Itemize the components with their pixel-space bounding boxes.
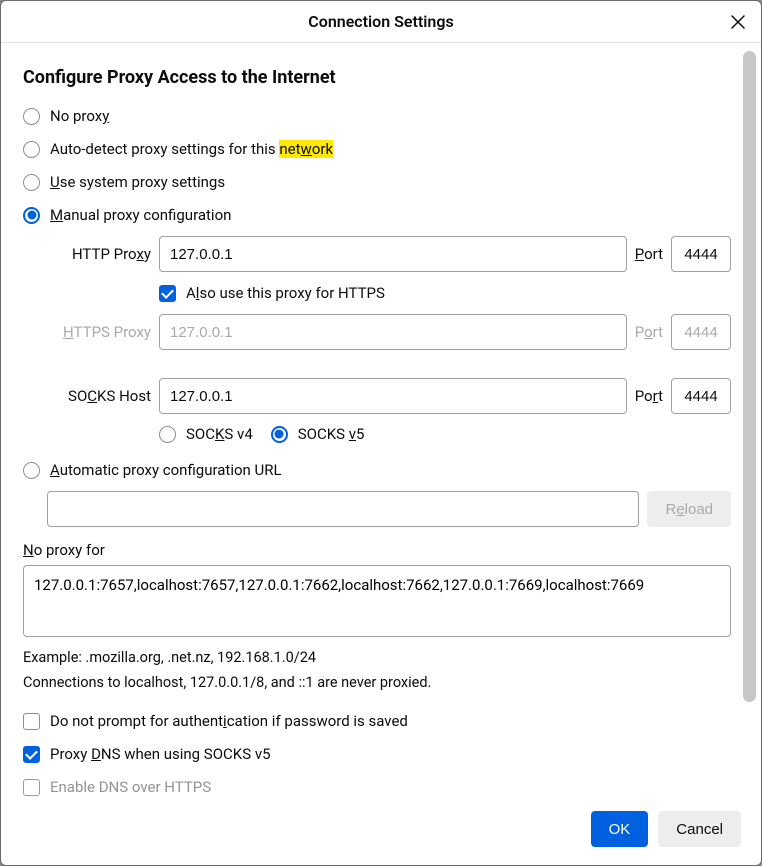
enable-dns-https-checkbox[interactable] — [23, 779, 40, 796]
proxy-dns-socks5-checkbox[interactable] — [23, 746, 40, 763]
radio-socks5-label: SOCKS v5 — [298, 425, 365, 443]
no-prompt-auth-label: Do not prompt for authentication if pass… — [50, 712, 408, 730]
radio-manual-proxy-row[interactable]: Manual proxy configuration — [23, 203, 731, 227]
radio-auto-url-row[interactable]: Automatic proxy configuration URL — [23, 458, 731, 482]
cancel-button[interactable]: Cancel — [658, 811, 741, 847]
radio-auto-url-label: Automatic proxy configuration URL — [50, 461, 282, 479]
radio-no-proxy-label: No proxy — [50, 107, 109, 125]
radio-manual-proxy-label: Manual proxy configuration — [50, 206, 231, 224]
radio-system-proxy-row[interactable]: Use system proxy settings — [23, 170, 731, 194]
no-proxy-for-textarea[interactable]: 127.0.0.1:7657,localhost:7657,127.0.0.1:… — [23, 565, 731, 637]
radio-auto-detect-row[interactable]: Auto-detect proxy settings for this netw… — [23, 137, 731, 161]
enable-dns-https-row[interactable]: Enable DNS over HTTPS — [23, 775, 731, 799]
https-port-input — [671, 314, 731, 350]
section-heading: Configure Proxy Access to the Internet — [23, 67, 731, 88]
scroll-area: Configure Proxy Access to the Internet N… — [1, 43, 761, 799]
socks-host-label: SOCKS Host — [47, 387, 151, 405]
http-port-label: Port — [635, 245, 663, 263]
radio-socks5-row[interactable]: SOCKS v5 — [271, 422, 365, 446]
radio-socks4[interactable] — [159, 426, 176, 443]
http-port-input[interactable] — [671, 236, 731, 272]
socks-host-input[interactable] — [159, 378, 627, 414]
radio-auto-detect[interactable] — [23, 141, 40, 158]
vertical-scrollbar[interactable] — [742, 51, 757, 791]
close-button[interactable] — [723, 7, 753, 37]
scrollbar-thumb[interactable] — [743, 51, 756, 702]
manual-proxy-fields: HTTP Proxy Port Also use this proxy for … — [47, 236, 731, 446]
radio-no-proxy[interactable] — [23, 108, 40, 125]
radio-no-proxy-row[interactable]: No proxy — [23, 104, 731, 128]
example-text: Example: .mozilla.org, .net.nz, 192.168.… — [23, 649, 731, 666]
http-proxy-label: HTTP Proxy — [47, 245, 151, 263]
radio-system-proxy-label: Use system proxy settings — [50, 173, 225, 191]
radio-socks4-row[interactable]: SOCKS v4 — [159, 422, 253, 446]
connection-settings-dialog: Connection Settings Configure Proxy Acce… — [0, 0, 762, 866]
https-proxy-input — [159, 314, 627, 350]
proxy-dns-socks5-label: Proxy DNS when using SOCKS v5 — [50, 745, 271, 763]
http-proxy-input[interactable] — [159, 236, 627, 272]
https-proxy-label: HTTPS Proxy — [47, 323, 151, 341]
reload-button: Reload — [647, 491, 731, 527]
socks-port-label: Port — [635, 387, 663, 405]
no-prompt-auth-row[interactable]: Do not prompt for authentication if pass… — [23, 709, 731, 733]
close-icon — [731, 15, 745, 29]
https-proxy-row: HTTPS Proxy Port — [47, 314, 731, 350]
radio-socks4-label: SOCKS v4 — [186, 425, 253, 443]
radio-system-proxy[interactable] — [23, 174, 40, 191]
proxy-dns-socks5-row[interactable]: Proxy DNS when using SOCKS v5 — [23, 742, 731, 766]
socks-host-row: SOCKS Host Port — [47, 378, 731, 414]
dialog-title: Connection Settings — [308, 12, 453, 31]
also-https-row[interactable]: Also use this proxy for HTTPS — [159, 281, 731, 305]
socks-version-row: SOCKS v4 SOCKS v5 — [159, 422, 731, 446]
radio-auto-detect-label: Auto-detect proxy settings for this netw… — [50, 140, 333, 158]
enable-dns-https-label: Enable DNS over HTTPS — [50, 778, 211, 796]
localhost-note: Connections to localhost, 127.0.0.1/8, a… — [23, 674, 731, 691]
title-bar: Connection Settings — [1, 1, 761, 43]
radio-socks5[interactable] — [271, 426, 288, 443]
also-https-checkbox[interactable] — [159, 285, 176, 302]
https-port-label: Port — [635, 323, 663, 341]
auto-url-field-row: Reload — [47, 491, 731, 527]
radio-manual-proxy[interactable] — [23, 207, 40, 224]
content: Configure Proxy Access to the Internet N… — [23, 43, 731, 799]
socks-port-input[interactable] — [671, 378, 731, 414]
also-https-label: Also use this proxy for HTTPS — [186, 284, 385, 302]
radio-auto-url[interactable] — [23, 462, 40, 479]
http-proxy-row: HTTP Proxy Port — [47, 236, 731, 272]
ok-button[interactable]: OK — [591, 811, 649, 847]
auto-url-input — [47, 491, 639, 527]
no-proxy-for-label: No proxy for — [23, 541, 731, 559]
dialog-footer: OK Cancel — [1, 799, 761, 865]
no-prompt-auth-checkbox[interactable] — [23, 713, 40, 730]
extra-checks: Do not prompt for authentication if pass… — [23, 709, 731, 799]
